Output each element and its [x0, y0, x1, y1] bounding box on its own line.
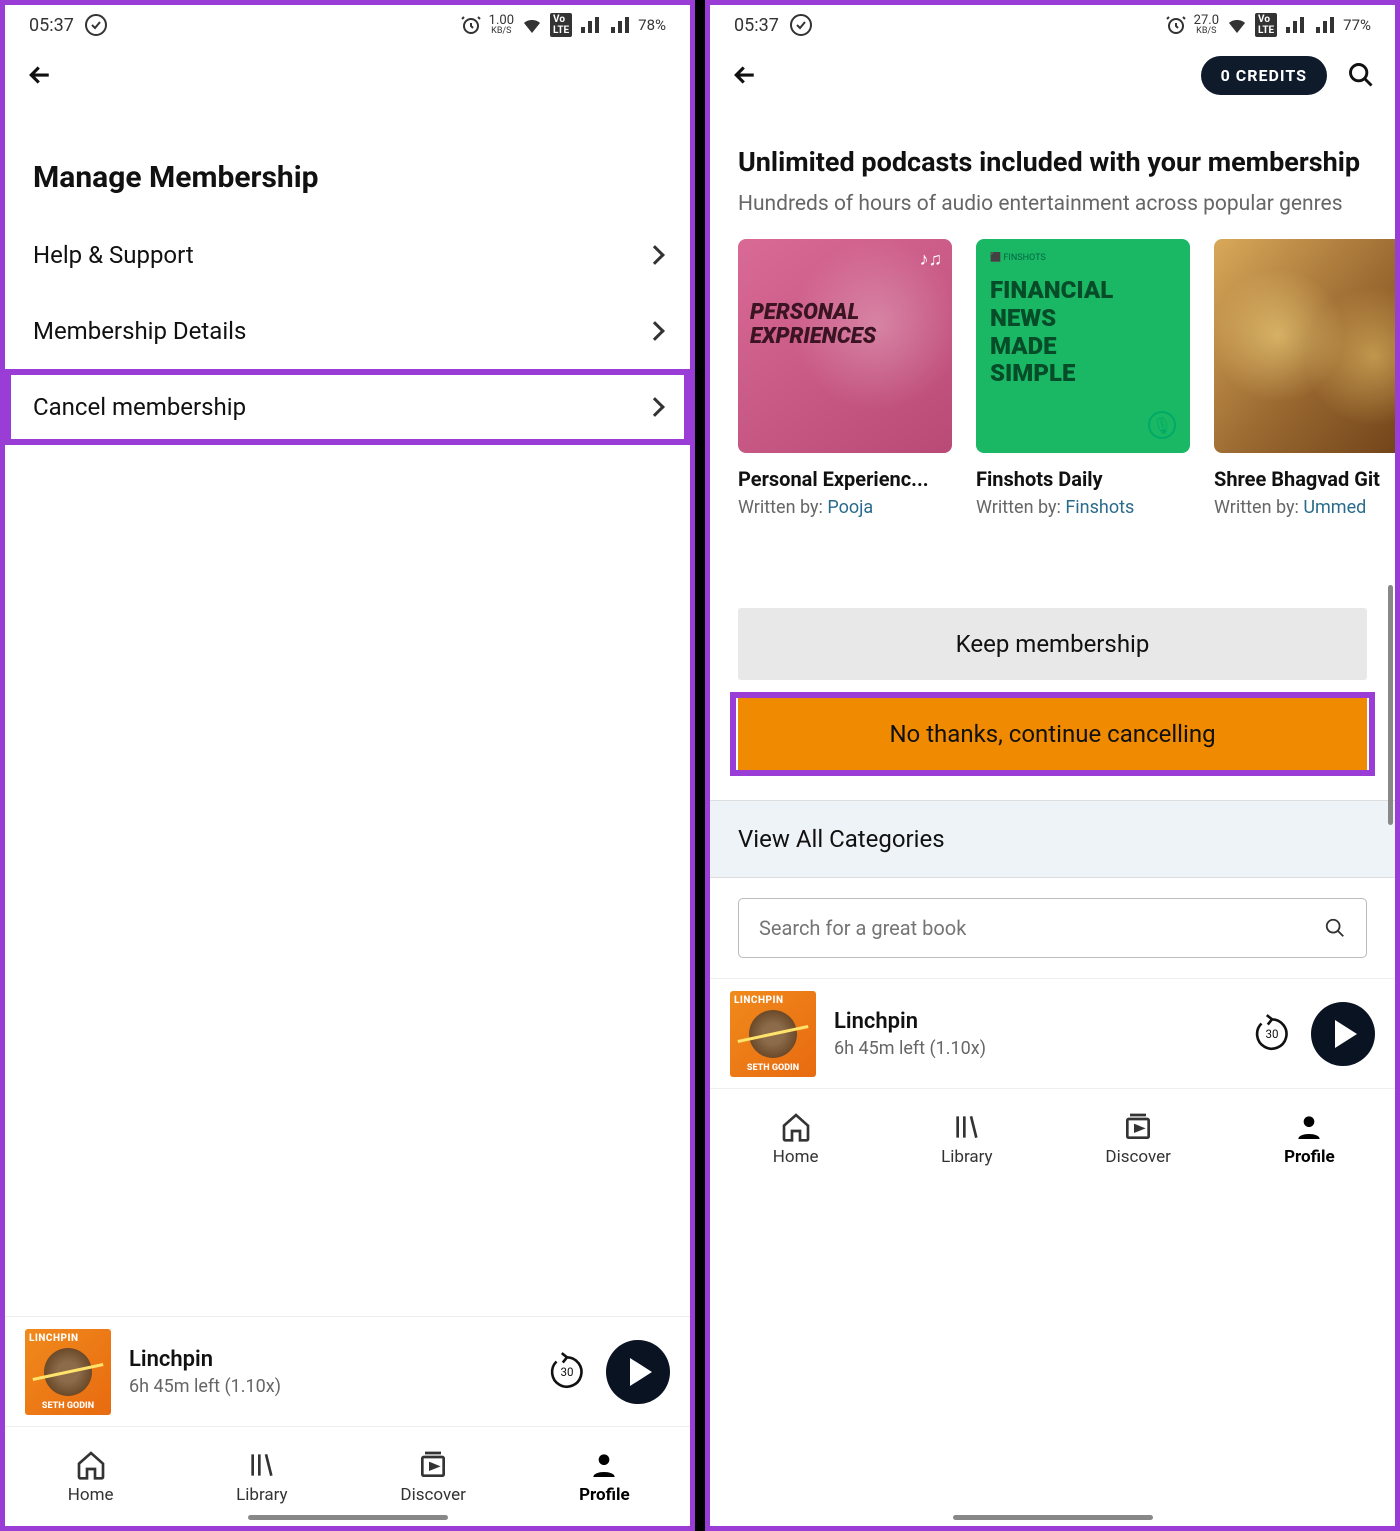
status-time: 05:37 — [29, 15, 74, 36]
continue-cancelling-button[interactable]: No thanks, continue cancelling — [738, 698, 1367, 770]
play-button[interactable] — [606, 1340, 670, 1404]
wifi-icon — [520, 13, 544, 37]
now-playing-bar[interactable]: LINCHPIN SETH GODIN Linchpin 6h 45m left… — [710, 978, 1395, 1088]
svg-text:30: 30 — [1266, 1027, 1279, 1041]
screen-manage-membership: 05:37 1.00KB/S VoLTE 78% Manage Membersh… — [0, 0, 695, 1531]
nav-profile[interactable]: Profile — [519, 1427, 690, 1526]
nav-discover[interactable]: Discover — [348, 1427, 519, 1526]
podcast-card[interactable]: ⬛ FINSHOTS FINANCIAL NEWS MADE SIMPLE 🎙 … — [976, 239, 1190, 518]
profile-icon — [1293, 1111, 1325, 1143]
nav-library[interactable]: Library — [176, 1427, 347, 1526]
bottom-nav: Home Library Discover Profile — [710, 1088, 1395, 1188]
player-cover: LINCHPIN SETH GODIN — [25, 1329, 111, 1415]
nav-home[interactable]: Home — [5, 1427, 176, 1526]
bottom-nav: Home Library Discover Profile — [5, 1426, 690, 1526]
page-title: Manage Membership — [5, 105, 690, 217]
volte-badge: VoLTE — [1255, 13, 1277, 37]
keep-membership-button[interactable]: Keep membership — [738, 608, 1367, 680]
status-check-icon — [789, 13, 813, 37]
network-speed: 1.00KB/S — [489, 14, 514, 36]
signal-icon — [1283, 13, 1307, 37]
library-icon — [951, 1111, 983, 1143]
row-label: Cancel membership — [33, 393, 246, 421]
player-subtitle: 6h 45m left (1.10x) — [129, 1376, 281, 1397]
signal-icon — [578, 13, 602, 37]
search-input[interactable] — [759, 916, 1324, 940]
nav-library[interactable]: Library — [881, 1089, 1052, 1188]
chevron-right-icon — [645, 321, 665, 341]
row-membership-details[interactable]: Membership Details — [5, 293, 690, 369]
podcast-carousel[interactable]: ♪♫ PERSONAL EXPRIENCES Personal Experien… — [710, 239, 1395, 518]
svg-text:30: 30 — [561, 1365, 574, 1379]
nav-profile[interactable]: Profile — [1224, 1089, 1395, 1188]
chevron-right-icon — [645, 397, 665, 417]
microphone-icon: 🎙 — [1148, 411, 1176, 439]
network-speed: 27.0KB/S — [1194, 14, 1219, 36]
podcast-card[interactable]: Shree Bhagvad Git Written by: Ummed — [1214, 239, 1395, 518]
status-check-icon — [84, 13, 108, 37]
row-cancel-membership[interactable]: Cancel membership — [5, 369, 690, 445]
podcast-title: Personal Experienc... — [738, 467, 952, 491]
podcast-author: Written by: Pooja — [738, 497, 952, 518]
row-label: Help & Support — [33, 241, 194, 269]
alarm-icon — [1164, 13, 1188, 37]
credits-pill[interactable]: 0 CREDITS — [1201, 56, 1327, 95]
chevron-right-icon — [645, 245, 665, 265]
signal-icon-2 — [608, 13, 632, 37]
status-bar: 05:37 1.00KB/S VoLTE 78% — [5, 5, 690, 45]
player-cover: LINCHPIN SETH GODIN — [730, 991, 816, 1077]
profile-icon — [588, 1449, 620, 1481]
gesture-bar — [953, 1515, 1153, 1520]
signal-icon-2 — [1313, 13, 1337, 37]
search-box[interactable] — [738, 898, 1367, 958]
screen-cancel-flow: 05:37 27.0KB/S VoLTE 77% 0 CREDITS Unlim… — [705, 0, 1400, 1531]
scrollbar[interactable] — [1388, 585, 1393, 825]
gesture-bar — [248, 1515, 448, 1520]
library-icon — [246, 1449, 278, 1481]
skip-back-30-button[interactable]: 30 — [546, 1351, 588, 1393]
home-icon — [75, 1449, 107, 1481]
play-icon — [630, 1358, 652, 1386]
player-title: Linchpin — [129, 1347, 281, 1372]
volte-badge: VoLTE — [550, 13, 572, 37]
navbar: 0 CREDITS — [710, 45, 1395, 105]
search-icon — [1324, 917, 1346, 939]
now-playing-bar[interactable]: LINCHPIN SETH GODIN Linchpin 6h 45m left… — [5, 1316, 690, 1426]
player-subtitle: 6h 45m left (1.10x) — [834, 1038, 986, 1059]
row-label: Membership Details — [33, 317, 246, 345]
wifi-icon — [1225, 13, 1249, 37]
play-button[interactable] — [1311, 1002, 1375, 1066]
podcast-title: Shree Bhagvad Git — [1214, 467, 1395, 491]
podcast-title: Finshots Daily — [976, 467, 1190, 491]
view-all-categories[interactable]: View All Categories — [710, 800, 1395, 878]
podcast-author: Written by: Finshots — [976, 497, 1190, 518]
podcast-card[interactable]: ♪♫ PERSONAL EXPRIENCES Personal Experien… — [738, 239, 952, 518]
nav-home[interactable]: Home — [710, 1089, 881, 1188]
home-icon — [780, 1111, 812, 1143]
battery-percent: 77% — [1343, 16, 1371, 34]
podcast-cover: ♪♫ PERSONAL EXPRIENCES — [738, 239, 952, 453]
back-icon[interactable] — [25, 60, 55, 90]
battery-percent: 78% — [638, 16, 666, 34]
section-subtitle: Hundreds of hours of audio entertainment… — [710, 186, 1395, 239]
navbar — [5, 45, 690, 105]
section-title: Unlimited podcasts included with your me… — [710, 105, 1395, 186]
play-icon — [1335, 1020, 1357, 1048]
status-bar: 05:37 27.0KB/S VoLTE 77% — [710, 5, 1395, 45]
status-time: 05:37 — [734, 15, 779, 36]
back-icon[interactable] — [730, 60, 760, 90]
podcast-cover — [1214, 239, 1395, 453]
discover-icon — [417, 1449, 449, 1481]
alarm-icon — [459, 13, 483, 37]
discover-icon — [1122, 1111, 1154, 1143]
nav-discover[interactable]: Discover — [1053, 1089, 1224, 1188]
row-help-support[interactable]: Help & Support — [5, 217, 690, 293]
search-icon[interactable] — [1347, 61, 1375, 89]
podcast-cover: ⬛ FINSHOTS FINANCIAL NEWS MADE SIMPLE 🎙 — [976, 239, 1190, 453]
player-title: Linchpin — [834, 1009, 986, 1034]
skip-back-30-button[interactable]: 30 — [1251, 1013, 1293, 1055]
podcast-author: Written by: Ummed — [1214, 497, 1395, 518]
